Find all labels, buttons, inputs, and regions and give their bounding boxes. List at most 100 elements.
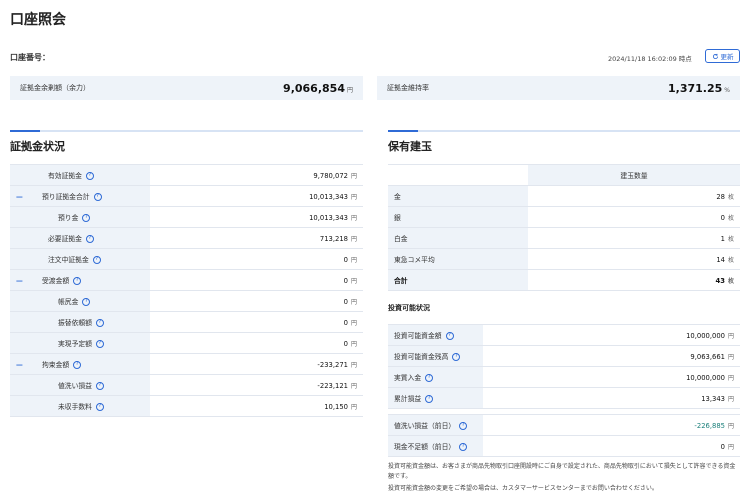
margin-row-label-cell: 帳尻金? [10,290,150,312]
positions-value-cell: 28 枚 [528,185,740,207]
investable-label-cell: 現金不足額（前日）? [388,435,483,457]
help-icon[interactable]: ? [425,395,434,403]
positions-unit: 枚 [727,277,734,285]
help-icon[interactable]: ? [95,382,104,390]
help-icon[interactable]: ? [85,235,94,243]
investable-unit: 円 [727,395,734,403]
margin-row-label-cell: — 受渡金額? [10,269,150,291]
margin-row-label-cell: 注文中証拠金? [10,248,150,270]
margin-row: 振替依頼額? 0 円 [10,311,363,333]
help-icon[interactable]: ? [459,422,468,430]
investable-unit: 円 [727,422,734,430]
margin-row-label: 預り証拠金合計 [42,193,90,201]
collapse-toggle-icon[interactable]: — [16,361,26,369]
help-icon[interactable]: ? [445,332,454,340]
margin-row-value: 0 [343,255,348,264]
investable-label: 実質入金 [394,374,422,382]
positions-total-row: 合計 43 枚 [388,269,740,291]
margin-row-label: 有効証拠金 [48,172,82,180]
margin-row-label-cell: 預り金? [10,206,150,228]
help-icon[interactable]: ? [82,214,91,222]
help-icon[interactable]: ? [95,403,104,411]
investable-label: 値洗い損益（前日） [394,422,456,430]
investable-label: 累計損益 [394,395,422,403]
margin-row-value-cell: 0円 [150,248,363,270]
margin-row-unit: 円 [350,256,357,264]
margin-status-table: 有効証拠金? 9,780,072 円 — 預り証拠金合計? 10,013,343 円預り金?… [10,164,363,417]
positions-value-cell: 0枚 [528,206,740,228]
help-icon[interactable]: ? [73,277,82,285]
margin-row-unit: 円 [350,361,357,369]
margin-row-unit: 円 [350,193,357,201]
margin-row-label: 必要証拠金 [48,235,82,243]
help-icon[interactable]: ? [452,353,461,361]
margin-row-unit: 円 [350,319,357,327]
positions-label: 東急コメ平均 [388,248,528,270]
margin-row-unit: 円 [350,403,357,411]
positions-label: 金 [388,185,528,207]
help-icon[interactable]: ? [92,256,101,264]
investable-label-cell: 実質入金? [388,366,483,388]
investable-value-cell: 9,063,661 円 [483,345,740,367]
positions-header-blank [388,164,528,186]
margin-row-value-cell: 10,013,343 円 [150,185,363,207]
margin-row-value: 9,780,072 [313,171,348,180]
positions-value: 1 [720,234,725,243]
margin-row-value: 713,218 [319,234,348,243]
margin-row: 有効証拠金? 9,780,072 円 [10,164,363,186]
help-icon[interactable]: ? [425,374,434,382]
help-icon[interactable]: ? [73,361,82,369]
help-icon[interactable]: ? [459,443,468,451]
maintenance-ratio-unit: % [724,86,730,94]
margin-balance-summary: 証拠金余剰額（余力） 9,066,854 円 [10,76,363,100]
margin-row-unit: 円 [350,172,357,180]
positions-unit: 枚 [727,214,734,222]
investable-value: 10,000,000 [686,373,725,382]
margin-row: 実現予定額? 0 円 [10,332,363,354]
margin-section-divider [10,130,363,132]
investable-label: 現金不足額（前日） [394,443,456,451]
positions-table: 建玉数量 金 28 枚銀 0 枚白金 1 枚東急コメ平均 14 枚合計 43 枚 [388,164,740,291]
collapse-toggle-icon[interactable]: — [16,193,26,201]
help-icon[interactable]: ? [95,319,104,327]
margin-row-label: 預り金 [58,214,79,222]
investable-label-cell: 値洗い損益（前日）? [388,414,483,436]
positions-value: 43 [715,276,725,285]
refresh-button[interactable]: 更新 [705,49,740,63]
positions-value: 0 [720,213,725,222]
margin-row-value: 0 [343,318,348,327]
margin-row-value: 10,013,343 [309,213,348,222]
investable-unit: 円 [727,443,734,451]
positions-unit: 枚 [727,193,734,201]
investable-row: 投資可能資金額? 10,000,000 円 [388,324,740,346]
investable-row: 実質入金? 10,000,000 円 [388,366,740,388]
investable-value-cell: 10,000,000 円 [483,324,740,346]
margin-row-label: 値洗い損益 [58,382,92,390]
margin-row-value: 0 [343,276,348,285]
margin-row-value: 10,150 [324,402,348,411]
margin-balance-value: 9,066,854 [283,81,345,95]
margin-status-title: 証拠金状況 [10,140,65,153]
help-icon[interactable]: ? [85,172,94,180]
previous-day-table: 値洗い損益（前日）? -226,885 円現金不足額（前日）? 0 円 [388,414,740,457]
margin-row-unit: 円 [350,277,357,285]
margin-row-value-cell: 0円 [150,332,363,354]
help-icon[interactable]: ? [93,193,102,201]
help-icon[interactable]: ? [95,340,104,348]
margin-row: — 受渡金額? 0 円 [10,269,363,291]
positions-header-row: 建玉数量 [388,164,740,186]
positions-column-header: 建玉数量 [528,164,740,186]
investable-label: 投資可能資金残高 [394,353,449,361]
margin-row-label: 振替依頼額 [58,319,92,327]
margin-row-unit: 円 [350,382,357,390]
page-title: 口座照会 [10,12,66,28]
investable-value: 0 [720,442,725,451]
positions-value: 28 [716,192,725,201]
collapse-toggle-icon[interactable]: — [16,277,26,285]
margin-row-unit: 円 [350,235,357,243]
margin-row-value: 0 [343,339,348,348]
investable-value-cell: 0円 [483,435,740,457]
help-icon[interactable]: ? [82,298,91,306]
investable-value: 13,343 [701,394,725,403]
positions-row: 金 28 枚 [388,185,740,207]
